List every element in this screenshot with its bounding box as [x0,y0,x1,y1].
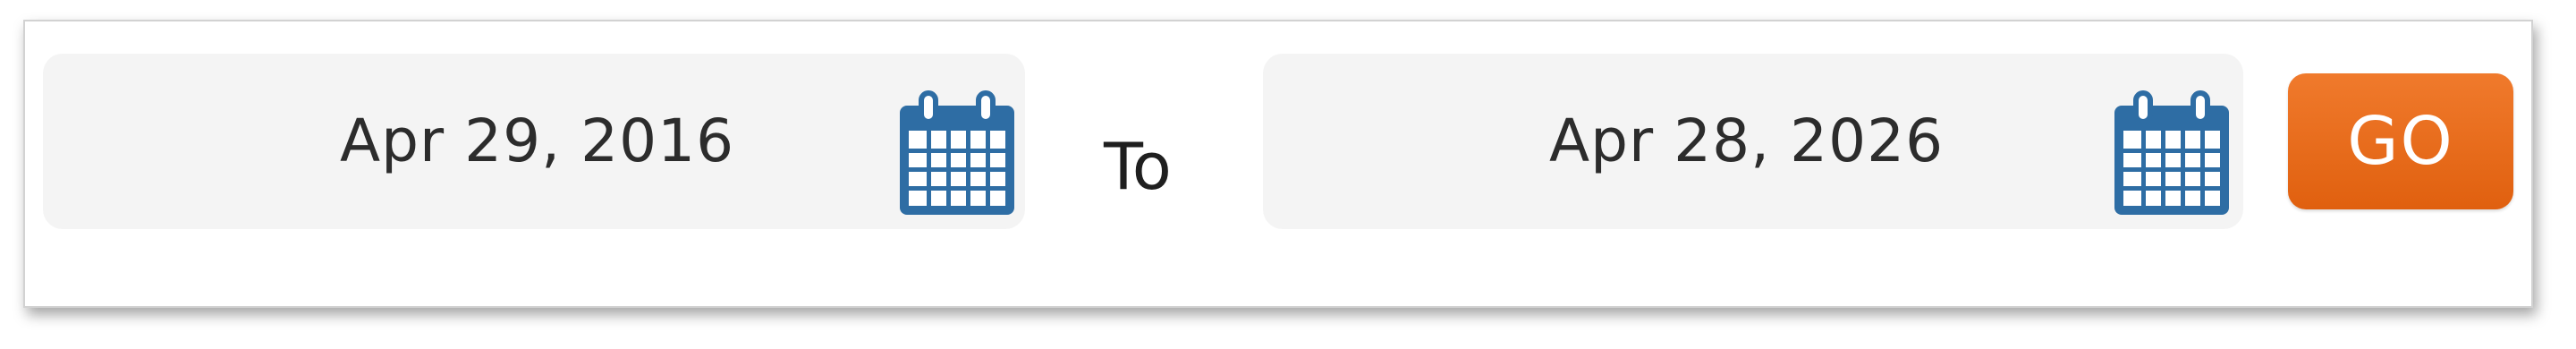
from-date-value: Apr 29, 2016 [340,106,735,175]
calendar-icon[interactable] [896,89,1018,218]
date-range-panel: Apr 29, 2016 To Apr 28, 2026 GO [23,20,2533,308]
go-button[interactable]: GO [2288,73,2513,209]
from-date-field[interactable]: Apr 29, 2016 [43,54,1025,229]
to-date-field[interactable]: Apr 28, 2026 [1263,54,2243,229]
to-label: To [1104,129,1172,204]
calendar-icon[interactable] [2111,89,2233,218]
to-date-value: Apr 28, 2026 [1549,106,1945,175]
